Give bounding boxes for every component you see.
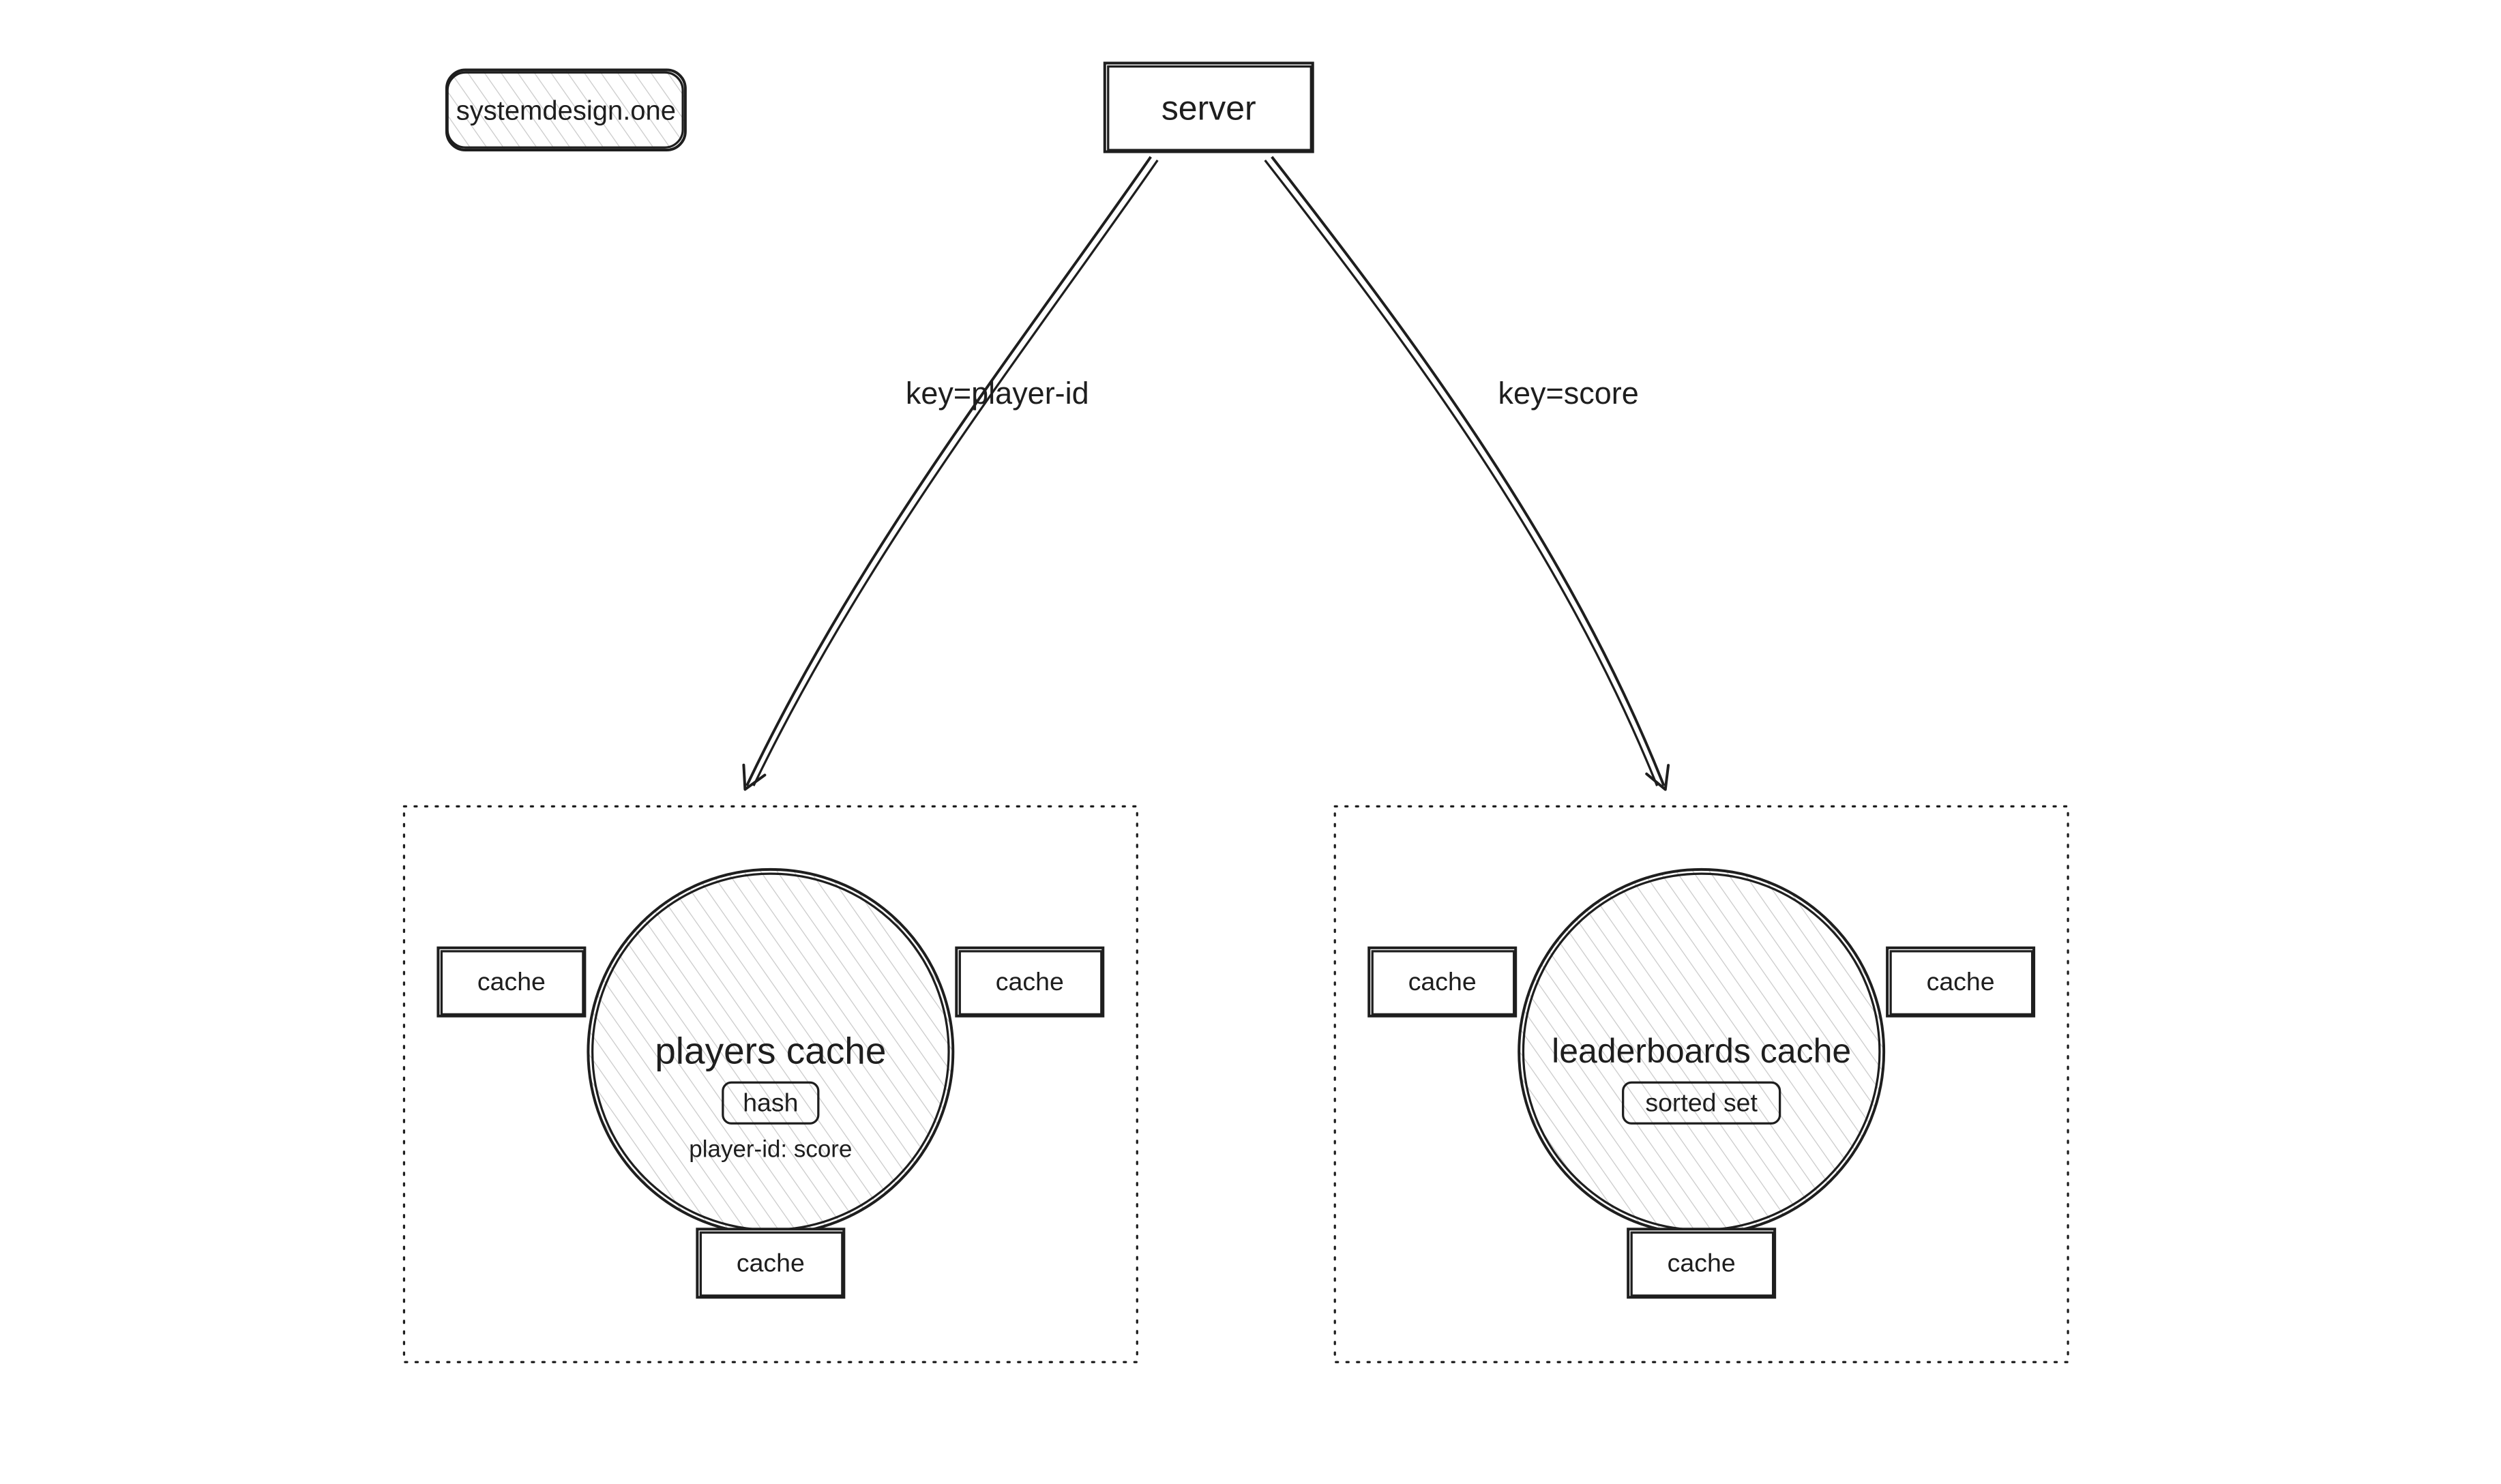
watermark-badge: systemdesign.one	[447, 70, 685, 149]
svg-text:cache: cache	[1668, 1249, 1736, 1277]
leaderboards-cache-box-b: cache	[1628, 1229, 1775, 1297]
players-cache-box-tr: cache	[956, 948, 1103, 1016]
leaderboards-cluster: leaderboards cache sorted set cache cach…	[1335, 806, 2068, 1362]
svg-text:cache: cache	[477, 967, 546, 996]
leaderboards-cache-box-tl: cache	[1369, 948, 1515, 1016]
server-label: server	[1161, 89, 1256, 128]
players-cache-box-tl: cache	[438, 948, 584, 1016]
players-cluster: players cache hash player-id: score cach…	[404, 806, 1137, 1362]
leaderboards-cache-box-tr: cache	[1887, 948, 2034, 1016]
arrow-left: key=player-id	[747, 157, 1157, 786]
players-title: players cache	[655, 1029, 886, 1071]
arrow-left-label: key=player-id	[906, 376, 1089, 411]
svg-text:cache: cache	[996, 967, 1064, 996]
watermark-text: systemdesign.one	[456, 96, 676, 126]
leaderboards-badge: sorted set	[1645, 1088, 1758, 1117]
players-cache-box-b: cache	[697, 1229, 844, 1297]
arrow-right: key=score	[1265, 157, 1664, 786]
server-node: server	[1105, 63, 1313, 151]
leaderboards-title: leaderboards cache	[1552, 1032, 1851, 1070]
svg-text:cache: cache	[737, 1249, 805, 1277]
svg-text:cache: cache	[1927, 967, 1995, 996]
players-subtitle: player-id: score	[689, 1136, 852, 1163]
arrow-right-label: key=score	[1498, 376, 1639, 411]
svg-text:cache: cache	[1408, 967, 1477, 996]
players-badge: hash	[743, 1088, 798, 1117]
